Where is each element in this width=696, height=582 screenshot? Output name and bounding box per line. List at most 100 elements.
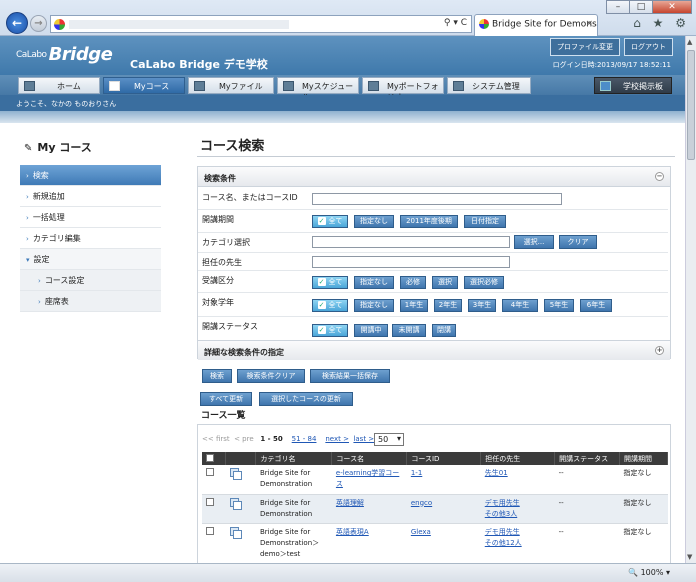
sidebar-item-course-settings[interactable]: › コース設定: [20, 270, 161, 291]
period-none-button[interactable]: 指定なし: [354, 215, 394, 228]
course-name-link[interactable]: e-learning学習コース: [336, 469, 399, 488]
course-name-input[interactable]: [312, 193, 562, 205]
copy-icon[interactable]: [229, 526, 242, 539]
scroll-up-icon[interactable]: ▲: [687, 38, 692, 46]
back-button[interactable]: ←: [6, 12, 28, 34]
row-checkbox[interactable]: [206, 497, 214, 506]
status-closed-button[interactable]: 閉講: [432, 324, 456, 337]
bulk-save-button[interactable]: 検索結果一括保存: [310, 369, 390, 383]
update-all-button[interactable]: すべて更新: [200, 392, 252, 406]
status-not-open-button[interactable]: 未開講: [392, 324, 426, 337]
status-all-button[interactable]: 全て: [312, 324, 348, 337]
menu-bulletin[interactable]: 学校掲示板: [594, 77, 672, 94]
course-id-link[interactable]: 1-1: [411, 469, 422, 477]
teacher-link[interactable]: デモ用先生: [485, 528, 520, 536]
grade-4-button[interactable]: 4年生: [502, 299, 538, 312]
sidebar-item-settings[interactable]: ▾ 設定: [20, 249, 161, 270]
grade-6-button[interactable]: 6年生: [580, 299, 612, 312]
copy-icon[interactable]: [229, 468, 242, 480]
period-all-button[interactable]: 全て: [312, 215, 348, 228]
collapse-icon[interactable]: −: [655, 172, 664, 181]
course-id-link[interactable]: Glexa: [411, 528, 431, 536]
teacher-others-link[interactable]: その他3人: [485, 510, 517, 518]
category-input[interactable]: [312, 236, 510, 248]
copy-icon[interactable]: [229, 497, 242, 510]
course-name-link[interactable]: 英語理解: [336, 499, 364, 507]
select-all-header[interactable]: [202, 452, 227, 465]
col-status[interactable]: 開講ステータス: [554, 452, 621, 465]
sidebar-item-category[interactable]: › カテゴリ編集: [20, 228, 161, 249]
menu-my-schedule[interactable]: Myスケジュール: [277, 77, 359, 102]
category-clear-button[interactable]: クリア: [559, 235, 597, 249]
search-conditions-header[interactable]: 検索条件 −: [198, 167, 670, 187]
grade-5-button[interactable]: 5年生: [544, 299, 574, 312]
sidebar-item-add[interactable]: › 新規追加: [20, 186, 161, 207]
attendance-elective-button[interactable]: 選択: [432, 276, 458, 289]
col-period[interactable]: 開講期間: [619, 452, 668, 465]
close-window-icon[interactable]: ✕: [652, 0, 692, 14]
search-button[interactable]: 検索: [202, 369, 232, 383]
attendance-elective-required-button[interactable]: 選択必修: [464, 276, 504, 289]
home-favorites-settings-icons[interactable]: ⌂ ★ ⚙: [633, 16, 690, 30]
period-date-button[interactable]: 日付指定: [464, 215, 506, 228]
menu-home[interactable]: ホーム: [18, 77, 100, 94]
grade-1-button[interactable]: 1年生: [400, 299, 428, 312]
expand-icon[interactable]: +: [655, 346, 664, 355]
cell-category: Bridge Site for Demonstration: [255, 465, 332, 495]
advanced-search-header[interactable]: 詳細な検索条件の指定 +: [198, 341, 670, 360]
logout-button[interactable]: ログアウト: [624, 38, 673, 56]
attendance-all-button[interactable]: 全て: [312, 276, 348, 289]
advanced-search-panel[interactable]: 詳細な検索条件の指定 +: [197, 340, 671, 360]
menu-system[interactable]: システム管理: [447, 77, 531, 94]
row-checkbox[interactable]: [206, 468, 214, 476]
address-bar[interactable]: ⚲ ▾ C: [50, 15, 472, 33]
minimize-icon[interactable]: –: [606, 0, 630, 14]
menu-my-file[interactable]: Myファイル: [188, 77, 274, 94]
attendance-none-button[interactable]: 指定なし: [354, 276, 394, 289]
sidebar-item-batch[interactable]: › 一括処理: [20, 207, 161, 228]
menu-my-course[interactable]: Myコース: [103, 77, 185, 94]
status-open-button[interactable]: 開講中: [354, 324, 388, 337]
maximize-icon[interactable]: □: [629, 0, 653, 14]
teacher-input[interactable]: [312, 256, 510, 268]
col-course-name[interactable]: コース名: [331, 452, 408, 465]
clear-conditions-button[interactable]: 検索条件クリア: [237, 369, 305, 383]
grade-2-button[interactable]: 2年生: [434, 299, 462, 312]
sidebar-item-seating[interactable]: › 座席表: [20, 291, 161, 312]
scroll-thumb[interactable]: [687, 50, 695, 160]
tab-close-icon[interactable]: ×: [585, 19, 593, 29]
search-conditions-panel: 検索条件− コース名、またはコースID 開講期間 全て 指定なし 2011年度後…: [197, 166, 671, 344]
grade-3-button[interactable]: 3年生: [468, 299, 496, 312]
course-name-link[interactable]: 英語表現A: [336, 528, 369, 536]
col-category[interactable]: カテゴリ名: [255, 452, 333, 465]
course-id-link[interactable]: engco: [411, 499, 432, 507]
pager: << first < pre 1 - 50 51 - 84 next > las…: [202, 435, 380, 443]
col-teacher[interactable]: 担任の先生: [480, 452, 556, 465]
pager-range-51-84[interactable]: 51 - 84: [292, 435, 317, 443]
row-checkbox[interactable]: [206, 526, 214, 535]
period-fy2011-button[interactable]: 2011年度後期: [400, 215, 458, 228]
teacher-link[interactable]: デモ用先生: [485, 499, 520, 507]
sidebar-item-search[interactable]: › 検索: [20, 165, 161, 186]
page-title: コース検索: [197, 123, 675, 157]
col-course-id[interactable]: コースID: [406, 452, 482, 465]
profile-change-button[interactable]: プロファイル変更: [550, 38, 620, 56]
zoom-control[interactable]: 🔍 100% ▾: [628, 568, 670, 577]
calabo-bridge-logo[interactable]: CaLabo Bridge: [16, 44, 113, 65]
select-all-checkbox[interactable]: [206, 453, 214, 462]
scroll-down-icon[interactable]: ▼: [687, 553, 692, 561]
teacher-link[interactable]: 先生01: [485, 469, 508, 477]
address-tools-icon[interactable]: ⚲ ▾ C: [444, 18, 467, 28]
per-page-select[interactable]: 50 ▾: [374, 433, 404, 446]
browser-tab[interactable]: Bridge Site for Demonst... ×: [474, 14, 598, 36]
grade-all-button[interactable]: 全て: [312, 299, 348, 312]
pager-next[interactable]: next >: [325, 435, 349, 443]
update-selected-button[interactable]: 選択したコースの更新: [259, 392, 353, 406]
vertical-scrollbar[interactable]: ▲ ▼: [685, 36, 696, 563]
grade-none-button[interactable]: 指定なし: [354, 299, 394, 312]
attendance-required-button[interactable]: 必修: [400, 276, 426, 289]
category-select-button[interactable]: 選択...: [514, 235, 554, 249]
forward-button[interactable]: →: [30, 15, 47, 32]
teacher-others-link[interactable]: その他12人: [485, 539, 522, 547]
menu-my-portfolio[interactable]: Myポートフォリオ: [362, 77, 444, 102]
